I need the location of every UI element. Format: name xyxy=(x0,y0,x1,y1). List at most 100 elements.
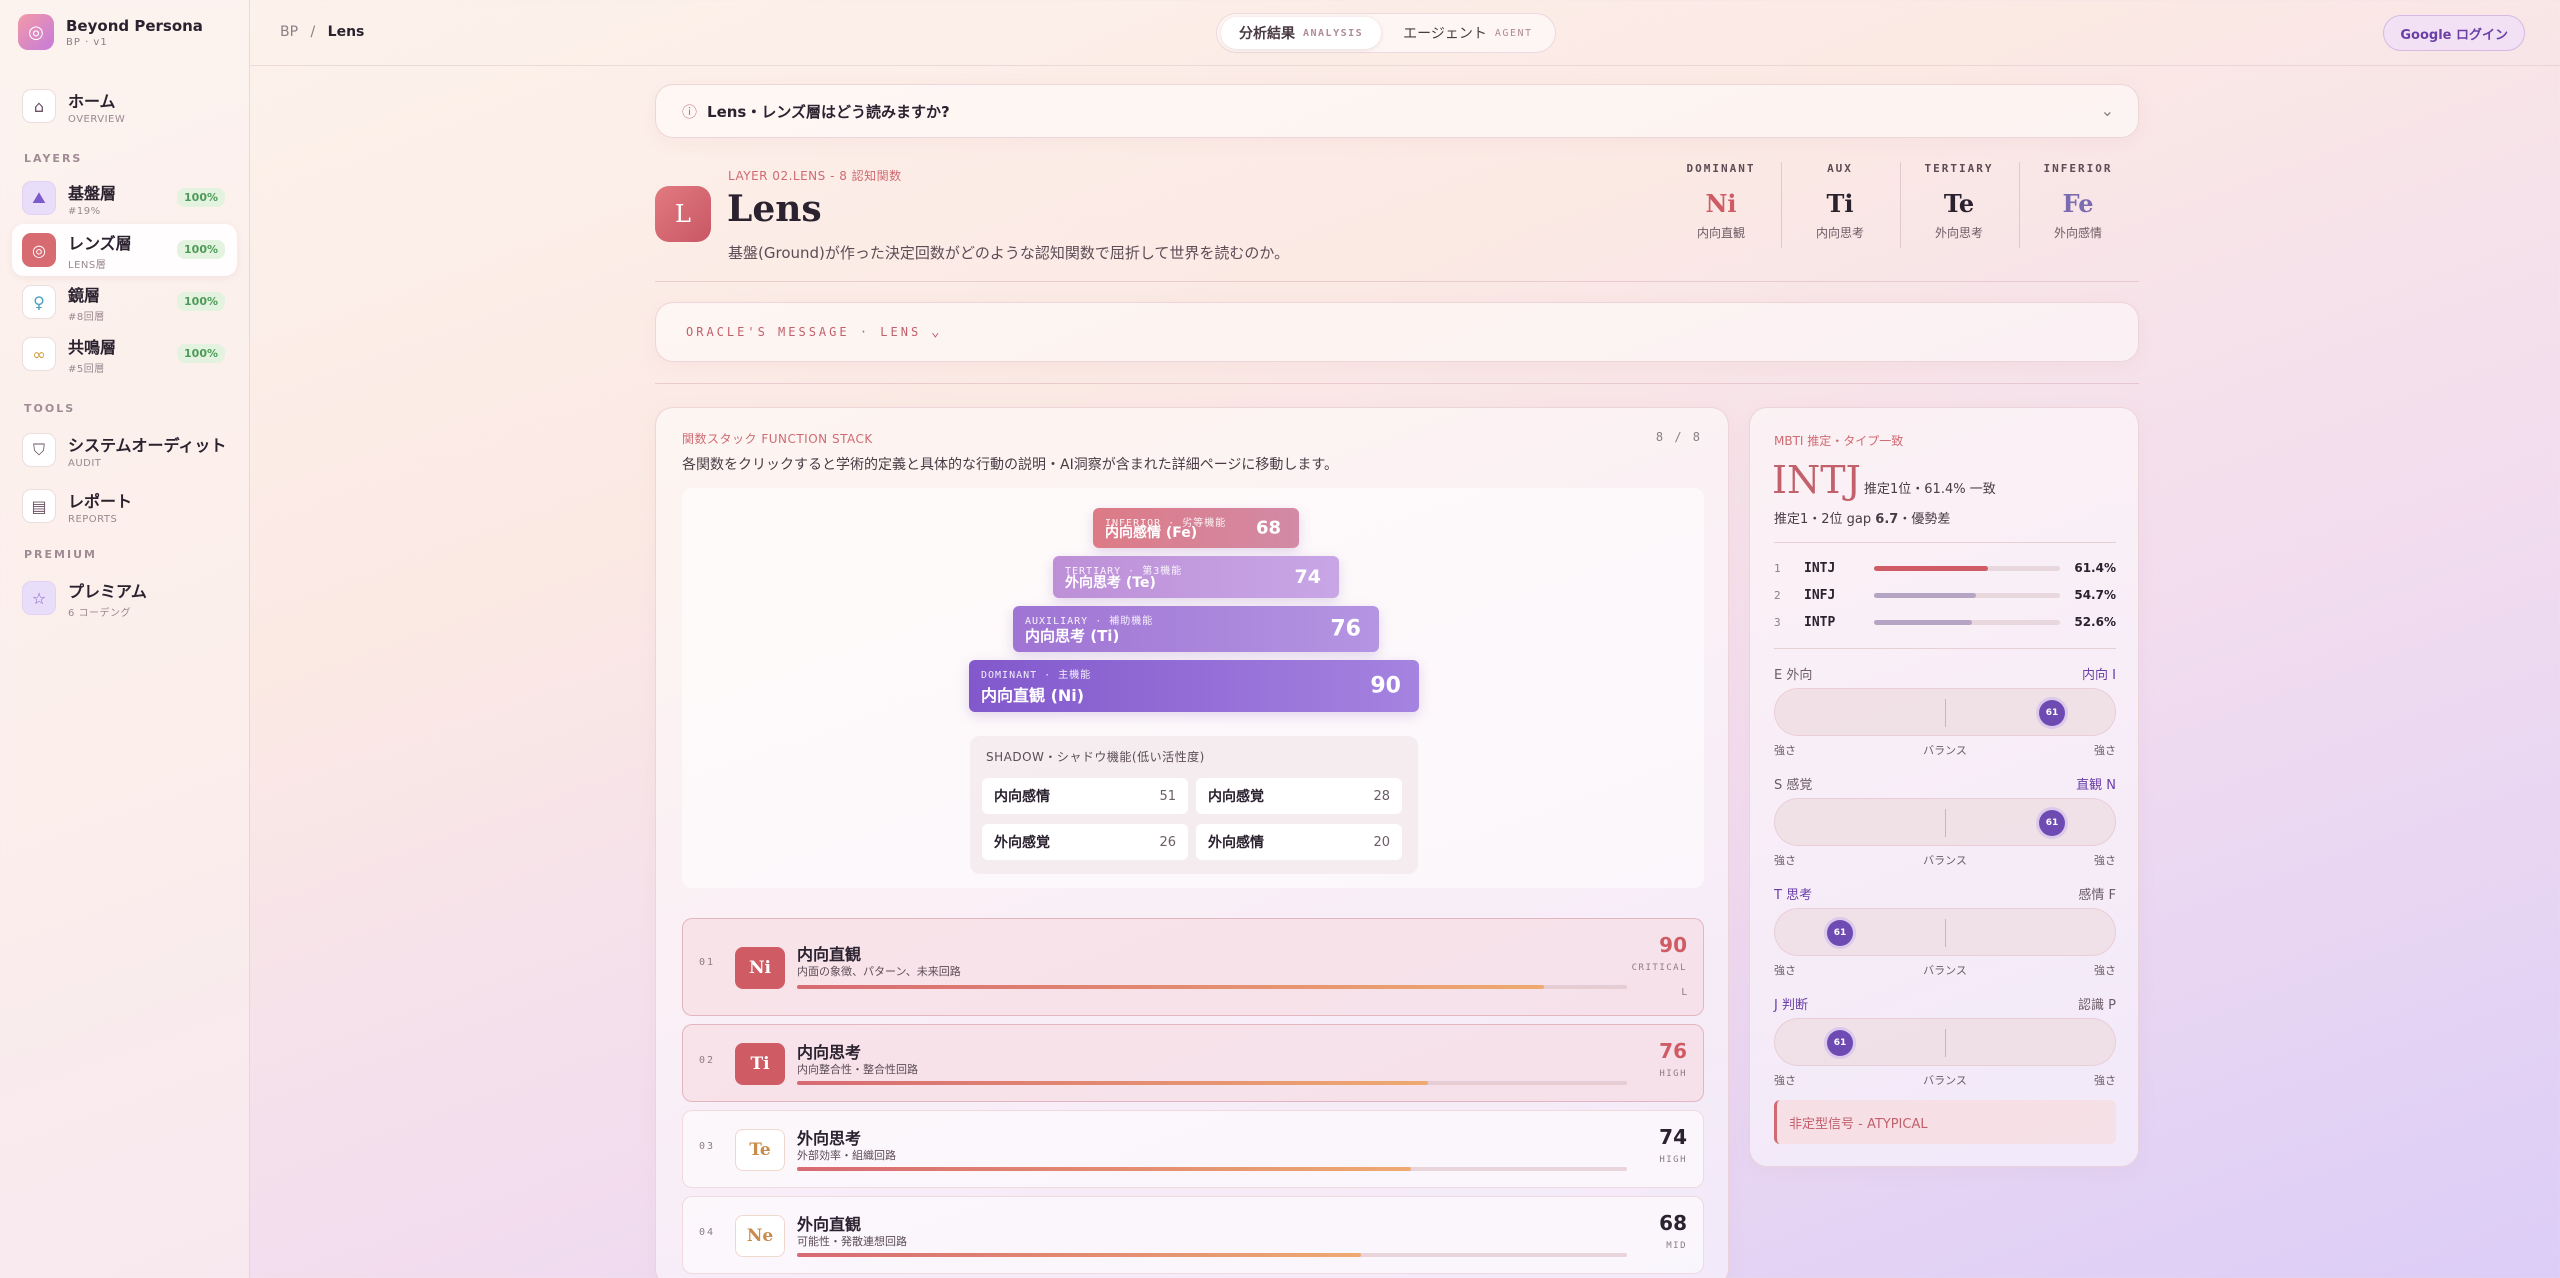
axis-right-label: 内向 I xyxy=(2082,668,2116,683)
breadcrumb: BP / Lens xyxy=(280,24,364,40)
gap-value: 6.7 xyxy=(1875,512,1899,527)
pyramid-bar-dominant[interactable]: DOMINANT · 主機能 内向直観 (Ni) 90 xyxy=(969,660,1419,712)
view-switcher: 分析結果 ANALYSIS エージェント AGENT xyxy=(1216,13,1556,53)
function-level: HIGH xyxy=(1659,1155,1687,1165)
axis-handle[interactable]: 61 xyxy=(1826,920,1853,946)
oracle-label: ORACLE'S MESSAGE · LENS xyxy=(686,325,922,339)
function-desc: 内面の象徴、パターン、未来回路 xyxy=(797,965,961,978)
axis-left-label: T 思考 xyxy=(1774,888,1813,903)
breadcrumb-separator: / xyxy=(310,24,316,40)
sidebar-item-audit[interactable]: ⛉ システムオーディット AUDIT xyxy=(12,424,237,476)
section-label-premium: PREMIUM xyxy=(24,548,97,561)
stack-tertiary[interactable]: TERTIARY Te 外向思考 xyxy=(1900,162,2018,252)
sidebar: ◎ Beyond Persona BP · v1 ⌂ ホーム OVERVIEW … xyxy=(0,0,250,1278)
sidebar-item-label: 鏡層 xyxy=(68,285,101,305)
sidebar-item-ground[interactable]: ⛰ 基盤層 #19% 100% xyxy=(12,172,237,224)
axis-ei-slider[interactable]: 61 xyxy=(1774,688,2116,736)
brand[interactable]: ◎ Beyond Persona BP · v1 xyxy=(18,14,203,50)
sidebar-item-sub: 6 コーデング xyxy=(68,607,132,619)
pyramid-bar-tertiary[interactable]: TERTIARY · 第3機能 外向思考 (Te) 74 xyxy=(1053,556,1339,598)
home-icon: ⌂ xyxy=(22,89,56,123)
axis-handle[interactable]: 61 xyxy=(1826,1030,1853,1056)
stack-aux[interactable]: AUX Ti 内向思考 xyxy=(1781,162,1899,252)
progress-badge: 100% xyxy=(177,240,225,259)
gap-suffix: ・優勢差 xyxy=(1898,512,1951,527)
progress-badge: 100% xyxy=(177,188,225,207)
scale-right: 強さ xyxy=(2094,744,2116,757)
row-index: 03 xyxy=(699,1141,716,1153)
shadow-cell[interactable]: 外向感覚 26 xyxy=(982,824,1188,860)
how-to-read-accordion[interactable]: ⓘ Lens・レンズ層はどう読みますか? ⌄ xyxy=(655,84,2139,138)
oracle-message-toggle[interactable]: ORACLE'S MESSAGE · LENS ⌄ xyxy=(655,302,2139,362)
pyramid-name: 外向思考 (Te) xyxy=(1065,575,1156,591)
shadow-cell[interactable]: 内向感情 51 xyxy=(982,778,1188,814)
scale-right: 強さ xyxy=(2094,1074,2116,1087)
candidate-type: INFJ xyxy=(1804,587,1836,603)
function-row-ti[interactable]: 02 Ti 内向思考 内向整合性・整合性回路 76 HIGH xyxy=(682,1024,1704,1102)
function-row-ni[interactable]: 01 Ni 内向直観 内面の象徴、パターン、未来回路 90 CRITICAL L xyxy=(682,918,1704,1016)
tab-sub: ANALYSIS xyxy=(1303,27,1364,39)
function-score: 68 xyxy=(1659,1211,1687,1235)
shadow-cell[interactable]: 内向感覚 28 xyxy=(1196,778,1402,814)
divider xyxy=(1774,542,2116,543)
candidate-pct: 52.6% xyxy=(2074,615,2116,629)
tab-analysis[interactable]: 分析結果 ANALYSIS xyxy=(1221,17,1382,49)
function-name: 外向直観 xyxy=(797,1215,862,1234)
pyramid-bar-auxiliary[interactable]: AUXILIARY · 補助機能 内向思考 (Ti) 76 xyxy=(1013,606,1379,652)
atypical-signal-badge[interactable]: 非定型信号 - ATYPICAL xyxy=(1774,1100,2116,1144)
pyramid-value: 76 xyxy=(1330,616,1361,642)
sidebar-item-mirror[interactable]: ♀ 鏡層 #8回層 100% xyxy=(12,276,237,328)
shadow-label: 内向感覚 xyxy=(1208,789,1264,805)
score-fill xyxy=(797,1167,1412,1171)
gap-prefix: 推定1・2位 gap xyxy=(1774,512,1876,527)
candidate-rank: 1 xyxy=(1774,561,1781,575)
sidebar-item-home[interactable]: ⌂ ホーム OVERVIEW xyxy=(12,80,237,132)
stack-dominant[interactable]: DOMINANT Ni 内向直観 xyxy=(1662,162,1780,252)
mbti-gap: 推定1・2位 gap 6.7・優勢差 xyxy=(1774,508,1950,527)
candidate-row[interactable]: 2 INFJ 54.7% xyxy=(1774,585,2116,605)
pyramid-bar-inferior[interactable]: INFERIOR · 劣等機能 内向感情 (Fe) 68 xyxy=(1093,508,1299,548)
sidebar-item-premium[interactable]: ☆ プレミアム 6 コーデング xyxy=(12,572,237,624)
progress-badge: 100% xyxy=(177,344,225,363)
axis-right-label: 直観 N xyxy=(2076,778,2116,793)
axis-handle[interactable]: 61 xyxy=(2039,700,2066,726)
candidate-row[interactable]: 3 INTP 52.6% xyxy=(1774,612,2116,632)
sidebar-item-reports[interactable]: ▤ レポート REPORTS xyxy=(12,480,237,532)
scale-right: 強さ xyxy=(2094,964,2116,977)
function-code: Ni xyxy=(735,947,785,989)
sidebar-item-label: レンズ層 xyxy=(68,233,132,253)
shadow-cell[interactable]: 外向感情 20 xyxy=(1196,824,1402,860)
sidebar-item-lens[interactable]: ◎ レンズ層 LENS層 100% xyxy=(12,224,237,276)
stack-inferior[interactable]: INFERIOR Fe 外向感情 xyxy=(2019,162,2137,252)
stack-role: TERTIARY xyxy=(1924,162,1994,175)
score-track xyxy=(797,1167,1627,1171)
function-score: 76 xyxy=(1659,1039,1687,1063)
axis-scale-labels: 強さ バランス 強さ xyxy=(1774,742,2116,758)
sidebar-item-label: システムオーディット xyxy=(68,435,227,455)
pyramid-value: 68 xyxy=(1255,517,1281,539)
shadow-label: 内向感情 xyxy=(994,789,1050,805)
axis-handle[interactable]: 61 xyxy=(2039,810,2066,836)
axis-midline xyxy=(1945,809,1946,837)
sidebar-item-resonance[interactable]: ∞ 共鳴層 #5回層 100% xyxy=(12,328,237,380)
chevron-down-icon: ⌄ xyxy=(931,324,940,340)
candidate-row[interactable]: 1 INTJ 61.4% xyxy=(1774,558,2116,578)
breadcrumb-root[interactable]: BP xyxy=(280,24,298,40)
axis-sn-slider[interactable]: 61 xyxy=(1774,798,2116,846)
axis-jp-slider[interactable]: 61 xyxy=(1774,1018,2116,1066)
function-row-te[interactable]: 03 Te 外向思考 外部効率・組織回路 74 HIGH xyxy=(682,1110,1704,1188)
function-name: 外向思考 xyxy=(797,1129,862,1148)
candidate-fill xyxy=(1874,565,1989,571)
chevron-down-icon[interactable]: ⌄ xyxy=(2101,101,2114,120)
function-row-ne[interactable]: 04 Ne 外向直観 可能性・発散連想回路 68 MID xyxy=(682,1196,1704,1274)
tab-agent[interactable]: エージェント AGENT xyxy=(1385,17,1550,49)
stack-label: 外向感情 xyxy=(2053,226,2102,240)
axis-jp-labels: J 判断 認識 P xyxy=(1774,994,2116,1013)
google-login-button[interactable]: Google ログイン xyxy=(2383,15,2525,51)
axis-tf-slider[interactable]: 61 xyxy=(1774,908,2116,956)
score-track xyxy=(797,985,1627,989)
axis-left-label: J 判断 xyxy=(1774,998,1808,1013)
shadow-functions: SHADOW・シャドウ機能(低い活性度) 内向感情 51 内向感覚 28 外向感… xyxy=(970,736,1418,874)
scale-mid: バランス xyxy=(1923,854,1967,867)
function-name: 内向直観 xyxy=(797,945,862,964)
